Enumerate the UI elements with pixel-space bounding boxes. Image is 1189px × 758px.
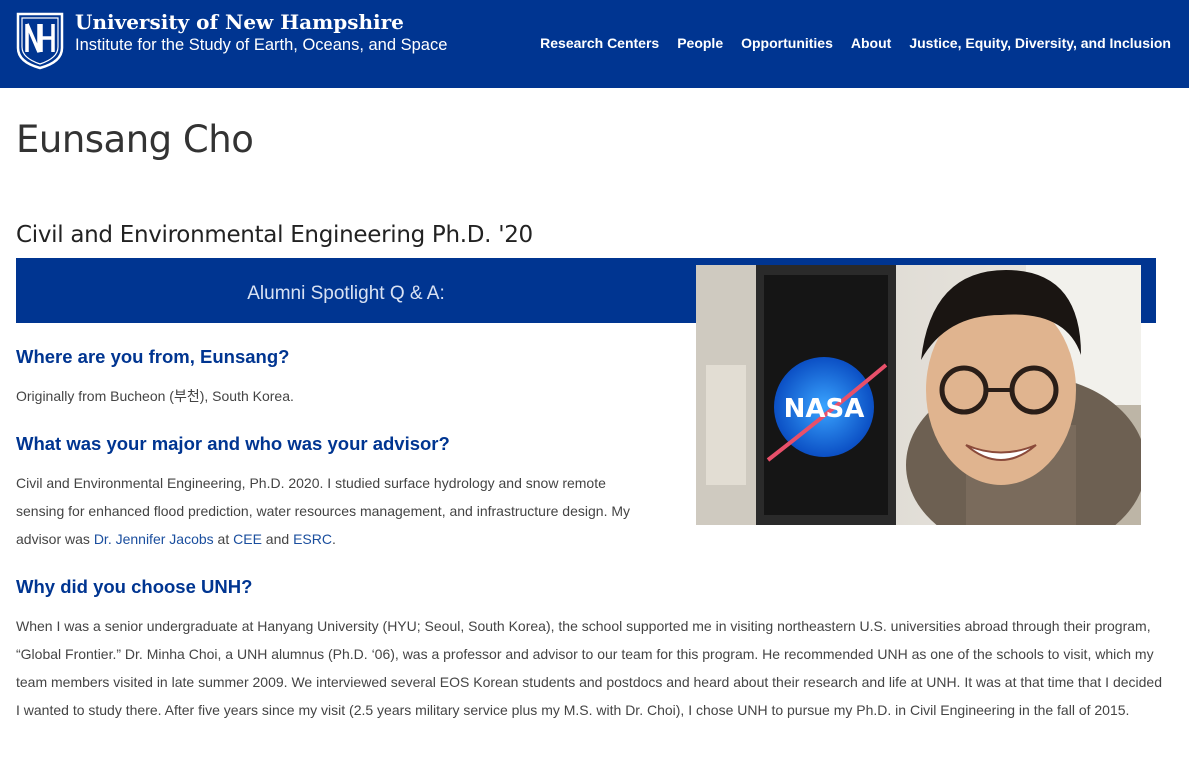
advisor-link[interactable]: Dr. Jennifer Jacobs xyxy=(94,531,214,547)
answer-major: Civil and Environmental Engineering, Ph.… xyxy=(16,469,646,553)
esrc-link[interactable]: ESRC xyxy=(293,531,332,547)
question-major: What was your major and who was your adv… xyxy=(16,433,450,454)
nav-research-centers[interactable]: Research Centers xyxy=(540,35,659,51)
page-subtitle: Civil and Environmental Engineering Ph.D… xyxy=(16,222,533,248)
question-hometown: Where are you from, Eunsang? xyxy=(16,346,290,367)
nav-about[interactable]: About xyxy=(851,35,891,51)
university-name[interactable]: University of New Hampshire xyxy=(75,10,404,34)
answer-why-unh: When I was a senior undergraduate at Han… xyxy=(16,618,1162,718)
main-nav: Research Centers People Opportunities Ab… xyxy=(540,35,1171,51)
page-title: Eunsang Cho xyxy=(16,118,254,161)
institute-name[interactable]: Institute for the Study of Earth, Oceans… xyxy=(75,36,447,55)
nav-opportunities[interactable]: Opportunities xyxy=(741,35,833,51)
answer-hometown: Originally from Bucheon (부천), South Kore… xyxy=(16,388,294,404)
answer-major-at: at xyxy=(213,531,234,547)
cee-link[interactable]: CEE xyxy=(233,531,262,547)
site-header: University of New Hampshire Institute fo… xyxy=(0,0,1189,88)
question-why-unh: Why did you choose UNH? xyxy=(16,576,253,597)
answer-major-and: and xyxy=(261,531,294,547)
answer-major-end: . xyxy=(331,531,336,547)
unh-shield-logo-icon[interactable] xyxy=(16,12,64,70)
nav-jedi[interactable]: Justice, Equity, Diversity, and Inclusio… xyxy=(909,35,1171,51)
banner-text: Alumni Spotlight Q & A: xyxy=(247,283,445,304)
nasa-logo-text: NASA xyxy=(784,394,865,424)
nav-people[interactable]: People xyxy=(677,35,723,51)
profile-photo: NASA xyxy=(696,265,1141,525)
